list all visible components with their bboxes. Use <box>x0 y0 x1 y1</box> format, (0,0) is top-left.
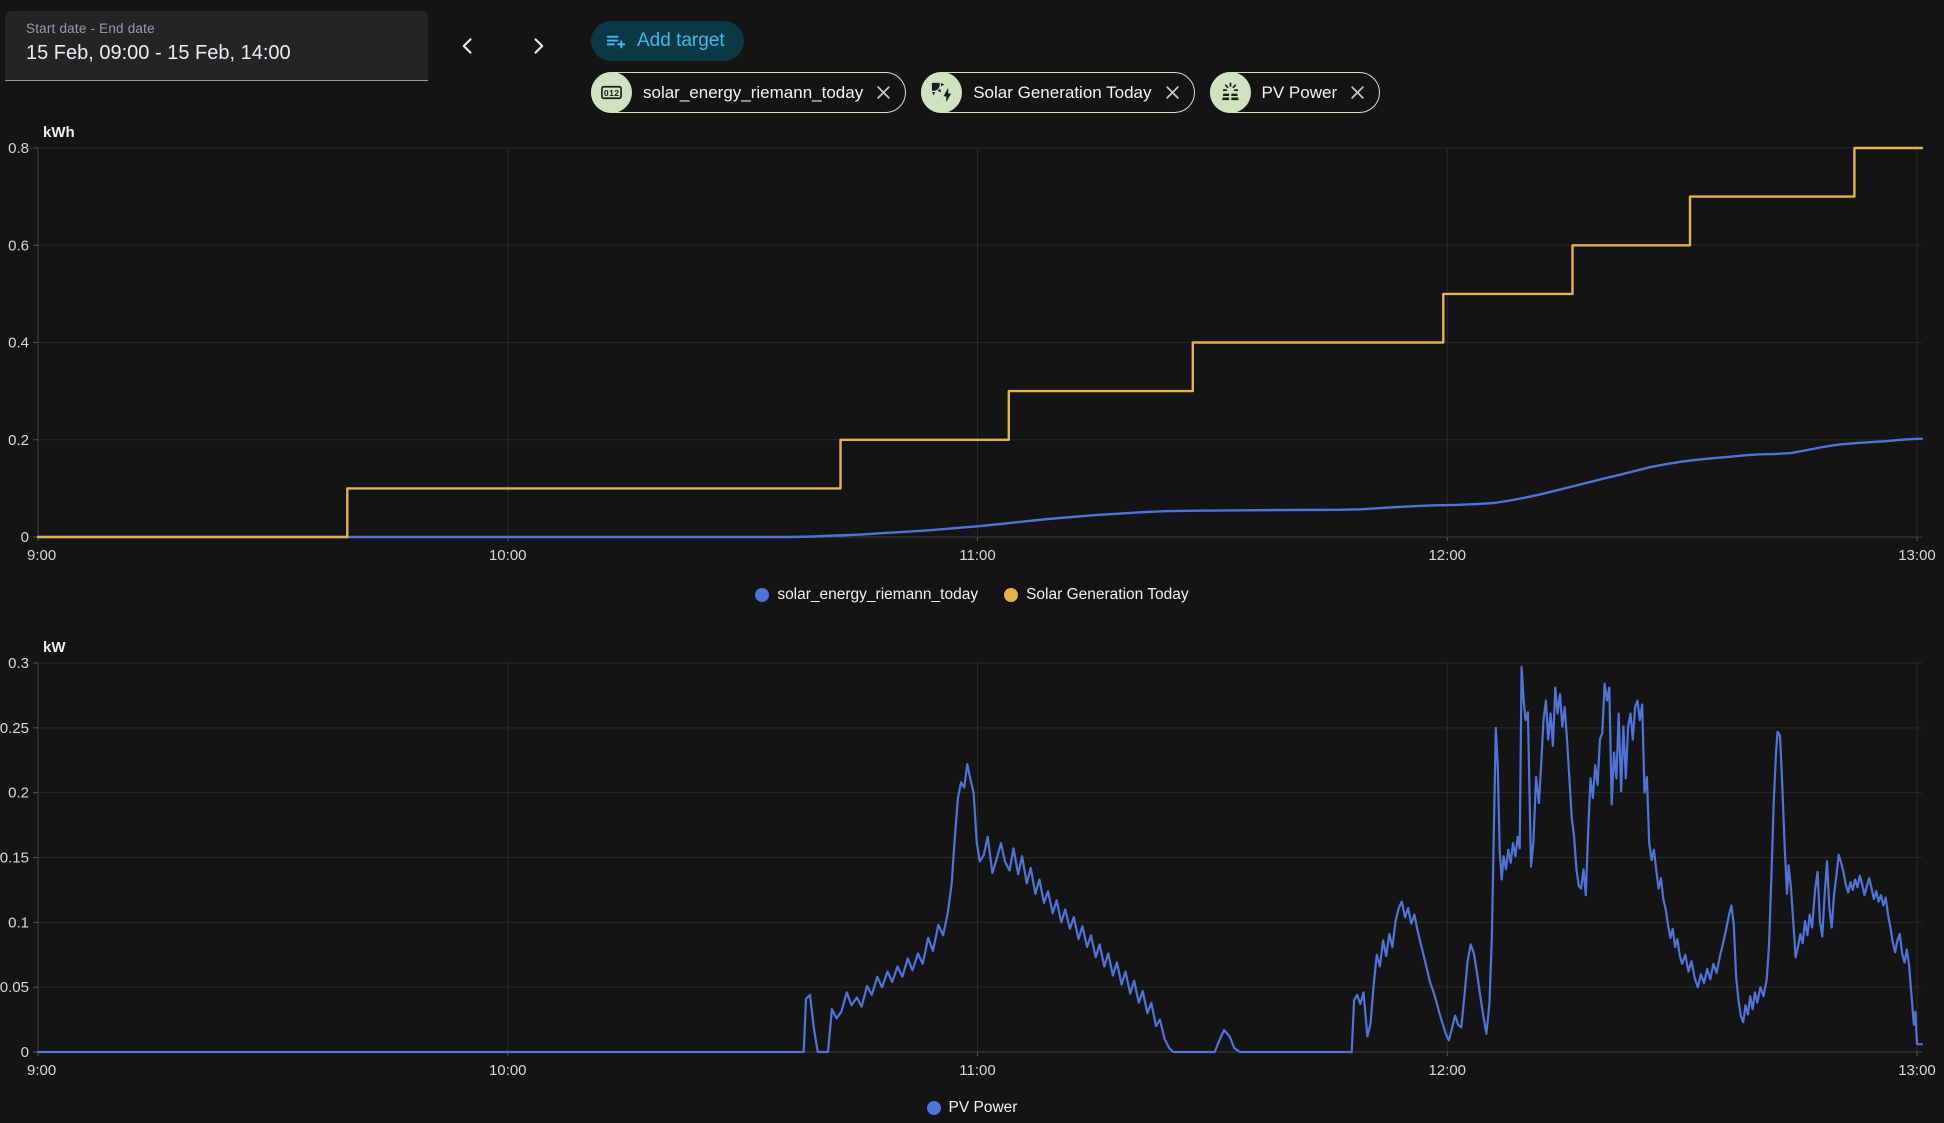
x-tick-label: 10:00 <box>489 1062 527 1079</box>
y-tick-label: 0.2 <box>8 432 29 449</box>
legend-dot <box>927 1101 941 1115</box>
x-tick-label: 10:00 <box>489 547 527 564</box>
legend-item[interactable]: solar_energy_riemann_today <box>755 586 978 604</box>
y-tick-label: 0.6 <box>8 237 29 254</box>
axis-unit-label: kWh <box>43 124 75 141</box>
x-tick-label: 9:00 <box>27 1062 56 1079</box>
history-explorer-app: Start date - End date 15 Feb, 09:00 - 15… <box>0 0 1944 1123</box>
legend-label: Solar Generation Today <box>1026 586 1189 604</box>
y-tick-label: 0.4 <box>8 335 29 352</box>
y-tick-label: 0.2 <box>8 785 29 802</box>
charts-canvas: 0 0.2 0.4 0.6 0.8 9:00 10:00 11:00 12:00 13:00 kWh… <box>0 0 1944 1123</box>
x-tick-label: 13:00 <box>1898 1062 1936 1079</box>
legend-label: PV Power <box>949 1099 1018 1117</box>
x-tick-label: 9:00 <box>27 547 56 564</box>
axis-unit-label: kW <box>43 639 66 656</box>
legend-item[interactable]: PV Power <box>927 1099 1018 1117</box>
y-tick-label: 0.8 <box>8 140 29 157</box>
y-tick-label: 0.1 <box>8 914 29 931</box>
y-tick-label: 0.15 <box>0 850 29 867</box>
y-tick-label: 0 <box>21 1044 29 1061</box>
y-tick-label: 0.05 <box>0 979 29 996</box>
x-tick-label: 11:00 <box>959 1062 995 1079</box>
series-line-solar-energy-riemann-today <box>38 439 1922 537</box>
x-tick-label: 12:00 <box>1428 1062 1466 1079</box>
legend-dot <box>1004 588 1018 602</box>
legend-label: solar_energy_riemann_today <box>777 586 978 604</box>
y-tick-label: 0.25 <box>0 720 29 737</box>
bottom-chart-legend: PV Power <box>0 1098 1944 1118</box>
x-tick-label: 11:00 <box>959 547 995 564</box>
series-line-pv-power <box>38 667 1922 1052</box>
top-chart-legend: solar_energy_riemann_today Solar Generati… <box>0 585 1944 605</box>
x-tick-label: 13:00 <box>1898 547 1936 564</box>
legend-item[interactable]: Solar Generation Today <box>1004 586 1189 604</box>
y-tick-label: 0 <box>21 529 29 546</box>
y-tick-label: 0.3 <box>8 655 29 672</box>
x-tick-label: 12:00 <box>1428 547 1466 564</box>
legend-dot <box>755 588 769 602</box>
